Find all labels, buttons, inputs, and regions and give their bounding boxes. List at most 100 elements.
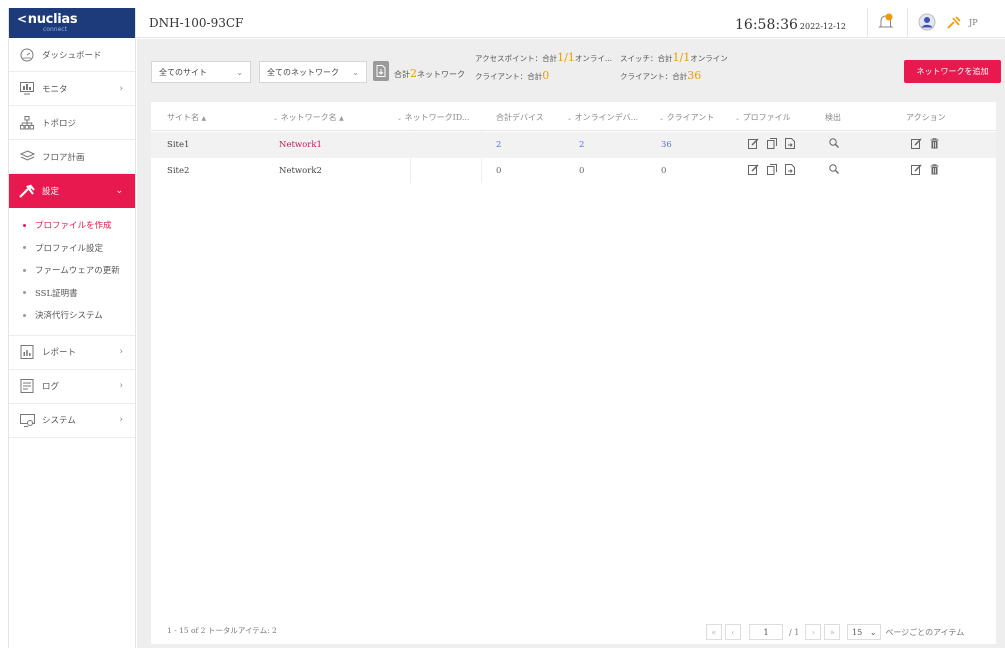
cell-clients[interactable]: 36 <box>661 140 672 150</box>
col-online-devices[interactable]: ⌄ オンラインデバ... <box>567 112 638 123</box>
cell-network-link[interactable]: Network1 <box>279 140 322 150</box>
ap-label: アクセスポイント：合計 <box>475 54 558 63</box>
total-networks: 合計2ネットワーク <box>394 67 465 80</box>
total-suffix: ネットワーク <box>417 70 465 79</box>
prev-page-button[interactable]: ‹ <box>725 624 741 640</box>
profile-actions <box>748 164 795 175</box>
edit-icon[interactable] <box>911 164 922 175</box>
detect-action <box>829 164 839 174</box>
sidebar-item-label: レポート <box>42 348 77 358</box>
page-number-input[interactable]: 1 <box>749 624 783 640</box>
export-button[interactable] <box>373 61 389 81</box>
col-label: クライアント <box>666 113 715 122</box>
divider <box>867 8 868 38</box>
ap-value: 1/1 <box>557 51 575 64</box>
col-clients[interactable]: ⌄ クライアント <box>659 112 714 123</box>
export-profile-icon[interactable] <box>785 138 795 149</box>
profile-actions <box>748 138 795 149</box>
sidebar-item-monitor[interactable]: モニタ › <box>9 72 135 106</box>
sidebar: <nuclias connect ダッシュボード モニタ › トポロジ フロア計… <box>8 8 136 648</box>
sidebar-item-log[interactable]: ログ › <box>9 370 135 404</box>
chevron-right-icon: › <box>119 347 123 357</box>
sidebar-item-report[interactable]: レポート › <box>9 336 135 370</box>
pagination: « ‹ 1 / 1 › » 15 ⌄ ページごとのアイテム <box>706 624 970 640</box>
edit-profile-icon[interactable] <box>748 138 759 149</box>
ap-stat: アクセスポイント：合計1/1オンライ... <box>475 51 612 64</box>
cell-online-devices[interactable]: 2 <box>579 140 584 150</box>
copy-profile-icon[interactable] <box>767 138 777 149</box>
cell-site: Site1 <box>167 140 190 150</box>
ap-suffix: オンライ... <box>574 54 612 63</box>
report-icon <box>19 345 35 359</box>
client-label: クライアント：合計 <box>620 72 688 81</box>
filter-toolbar: 全てのサイト ⌄ 全てのネットワーク ⌄ 合計2ネットワーク アクセスポイント：… <box>137 39 1005 101</box>
col-network-name[interactable]: ⌄ ネットワーク名 ▲ <box>273 112 344 123</box>
last-page-button[interactable]: » <box>824 624 841 640</box>
copy-profile-icon[interactable] <box>767 164 777 175</box>
back-chevron-icon[interactable]: < <box>17 12 27 26</box>
next-page-button[interactable]: › <box>805 624 822 640</box>
sidebar-item-floorplan[interactable]: フロア計画 <box>9 140 135 174</box>
brand-logo[interactable]: <nuclias connect <box>9 8 135 38</box>
pagination-summary: 1 - 15 of 2 トータルアイテム: 2 <box>167 626 277 635</box>
network-select[interactable]: 全てのネットワーク ⌄ <box>259 61 367 83</box>
col-label: プロファイル <box>742 113 791 122</box>
chevron-right-icon: › <box>119 415 123 425</box>
cell-network[interactable]: Network2 <box>279 166 322 176</box>
add-network-button[interactable]: ネットワークを追加 <box>904 60 1001 83</box>
sidebar-item-settings[interactable]: 設定 ⌄ <box>9 174 135 208</box>
submenu-create-profile[interactable]: プロファイルを作成 <box>9 214 135 237</box>
table-header: サイト名 ▲ ⌄ ネットワーク名 ▲ ⌄ ネットワークID... 合計デバイス … <box>151 102 996 131</box>
edit-profile-icon[interactable] <box>748 164 759 175</box>
delete-icon[interactable] <box>930 164 939 175</box>
submenu-firmware-update[interactable]: ファームウェアの更新 <box>9 259 135 282</box>
user-avatar-icon[interactable] <box>918 13 936 34</box>
table-row[interactable]: Site2 Network2 0 0 0 <box>151 158 996 184</box>
cell-total-devices: 0 <box>496 166 502 176</box>
col-profile: ⌄ プロファイル <box>735 112 791 123</box>
bullet-icon <box>23 268 26 272</box>
submenu-label: SSL証明書 <box>35 288 78 299</box>
submenu-label: プロファイル設定 <box>35 243 104 254</box>
sidebar-item-dashboard[interactable]: ダッシュボード <box>9 38 135 72</box>
col-site-name[interactable]: サイト名 ▲ <box>167 112 206 123</box>
tools-icon[interactable] <box>947 16 961 32</box>
cell-total-devices[interactable]: 2 <box>496 140 501 150</box>
site-select-value: 全てのサイト <box>159 67 207 77</box>
col-network-id[interactable]: ⌄ ネットワークID... <box>397 112 470 123</box>
detect-action <box>829 138 839 148</box>
topology-icon <box>19 115 35 130</box>
tools-icon <box>19 184 35 198</box>
delete-icon[interactable] <box>930 138 939 149</box>
col-label: オンラインデバ... <box>574 113 639 122</box>
site-select[interactable]: 全てのサイト ⌄ <box>151 61 251 83</box>
cell-online-devices: 0 <box>579 166 585 176</box>
main-content: 全てのサイト ⌄ 全てのネットワーク ⌄ 合計2ネットワーク アクセスポイント：… <box>137 39 1005 648</box>
submenu-payment-gateway[interactable]: 決済代行システム <box>9 304 135 327</box>
notification-bell-icon[interactable] <box>877 13 895 34</box>
sidebar-item-label: フロア計画 <box>42 152 85 163</box>
submenu-ssl-certificate[interactable]: SSL証明書 <box>9 282 135 305</box>
table-row[interactable]: Site1 Network1 2 2 36 <box>151 132 996 158</box>
submenu-profile-settings[interactable]: プロファイル設定 <box>9 237 135 260</box>
first-page-button[interactable]: « <box>706 624 722 640</box>
filter-chevron-icon: ⌄ <box>397 115 403 122</box>
search-icon[interactable] <box>829 164 839 174</box>
edit-icon[interactable] <box>911 138 922 149</box>
sidebar-item-topology[interactable]: トポロジ <box>9 106 135 140</box>
export-profile-icon[interactable] <box>785 164 795 175</box>
col-total-devices[interactable]: 合計デバイス <box>496 112 544 123</box>
language-selector[interactable]: JP <box>969 18 978 27</box>
sidebar-item-system[interactable]: システム › <box>9 404 135 438</box>
client-label: クライアント：合計 <box>475 72 543 81</box>
device-name: DNH-100-93CF <box>149 15 244 30</box>
items-per-page-select[interactable]: 15 ⌄ <box>847 624 882 640</box>
settings-submenu: プロファイルを作成 プロファイル設定 ファームウェアの更新 SSL証明書 決済代… <box>9 208 135 336</box>
system-icon <box>19 413 35 427</box>
total-prefix: 合計 <box>394 70 410 79</box>
network-table-panel: サイト名 ▲ ⌄ ネットワーク名 ▲ ⌄ ネットワークID... 合計デバイス … <box>151 102 996 644</box>
cell-clients: 0 <box>661 166 667 176</box>
row-actions <box>911 138 939 149</box>
search-icon[interactable] <box>829 138 839 148</box>
col-detect: 検出 <box>825 112 841 123</box>
